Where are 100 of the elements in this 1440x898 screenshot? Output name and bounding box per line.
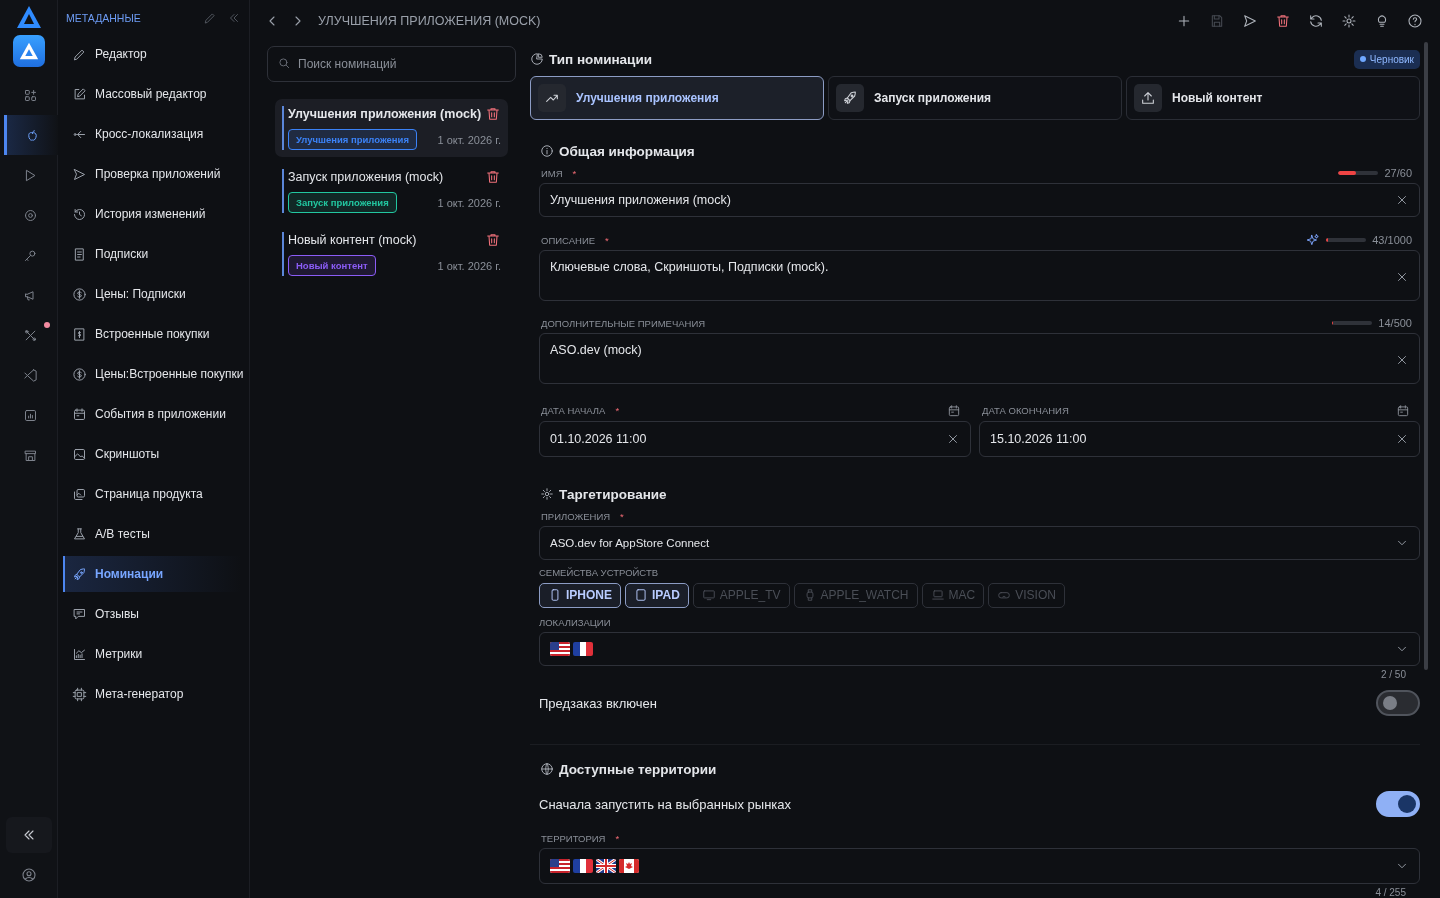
user-icon xyxy=(20,867,37,883)
collapse-icon xyxy=(227,11,241,25)
image-icon xyxy=(72,446,87,462)
sidebar-item[interactable]: Метрики xyxy=(63,636,241,672)
rocket-icon xyxy=(842,89,858,106)
nomination-card[interactable]: Новый контент (mock) Новый контент 1 окт. 2026 г. xyxy=(275,225,508,283)
rail-item[interactable] xyxy=(3,115,58,155)
required-mark: * xyxy=(615,832,620,844)
trash-icon xyxy=(485,169,501,185)
select-field[interactable]: ASO.dev for AppStore Connect xyxy=(539,526,1420,561)
nomination-date: 1 окт. 2026 г. xyxy=(437,196,501,209)
bag-icon xyxy=(72,326,87,342)
sidebar-item[interactable]: Кросс-локализация xyxy=(63,116,241,152)
delete-button[interactable] xyxy=(485,169,501,185)
field-label: ДАТА НАЧАЛА xyxy=(541,405,606,417)
info-icon xyxy=(540,144,554,159)
tv-icon xyxy=(701,588,716,602)
trash-icon xyxy=(485,232,501,248)
nomination-date: 1 окт. 2026 г. xyxy=(437,259,501,272)
tablet-icon xyxy=(634,588,648,602)
section-title: Доступные территории xyxy=(559,761,717,777)
chart-icon xyxy=(23,407,38,423)
sidebar-item[interactable]: Редактор xyxy=(63,36,241,72)
toggle-label: Сначала запустить на выбранных рынках xyxy=(539,796,792,812)
text-field[interactable]: 01.10.2026 11:00 xyxy=(539,420,971,457)
eye-icon xyxy=(23,207,38,223)
tools-icon xyxy=(23,327,38,343)
status-badge: Черновик xyxy=(1353,49,1420,69)
chart-icon xyxy=(530,52,544,67)
field-label: ПРИЛОЖЕНИЯ xyxy=(541,510,611,522)
calendar-icon xyxy=(1396,403,1410,418)
type-option[interactable]: Новый контент xyxy=(1126,75,1420,120)
nomination-title: Улучшения приложения (mock) xyxy=(288,107,482,121)
sidebar-item[interactable]: Встроенные покупки xyxy=(63,316,241,352)
sidebar-item[interactable]: События в приложении xyxy=(63,396,241,432)
globe-icon xyxy=(540,762,554,776)
send-icon xyxy=(72,166,87,182)
field-label: ДОПОЛНИТЕЛЬНЫЕ ПРИМЕЧАНИЯ xyxy=(541,318,706,329)
sidebar-item[interactable]: Цены:Встроенные покупки xyxy=(63,356,241,392)
flag-icon xyxy=(573,859,593,873)
select-field[interactable] xyxy=(539,848,1420,884)
type-option[interactable]: Улучшения приложения xyxy=(530,75,824,120)
toggle-switch[interactable] xyxy=(1376,791,1420,817)
sidebar-item[interactable]: Подписки xyxy=(63,236,241,272)
field-label: ОПИСАНИЕ xyxy=(541,234,596,246)
field-label: СЕМЕЙСТВА УСТРОЙСТВ xyxy=(539,567,659,579)
flag-icon xyxy=(550,641,570,656)
required-mark: * xyxy=(572,167,577,179)
sidebar-item[interactable]: Скриншоты xyxy=(63,436,241,472)
key-icon xyxy=(23,247,38,263)
calendar-icon xyxy=(947,403,961,418)
store-icon xyxy=(23,447,38,463)
sidebar-item[interactable]: A/B тесты xyxy=(63,516,241,552)
section-title: Тип номинации xyxy=(549,51,652,67)
logo-icon xyxy=(15,5,42,29)
scrollbar[interactable] xyxy=(1424,42,1428,670)
delete-button[interactable] xyxy=(485,232,501,248)
sidebar-title: МЕТАДАННЫЕ xyxy=(66,12,142,24)
text-field[interactable]: Улучшения приложения (mock) xyxy=(539,182,1420,217)
help-icon xyxy=(1406,13,1423,29)
device-chip[interactable]: IPAD xyxy=(625,582,689,608)
section-title: Таргетирование xyxy=(559,486,667,502)
device-chip[interactable]: IPHONE xyxy=(539,582,621,608)
cal-icon xyxy=(72,406,87,422)
toggle-switch[interactable] xyxy=(1376,690,1420,716)
required-mark: * xyxy=(620,510,624,522)
sidebar-item[interactable]: История изменений xyxy=(63,196,241,232)
sidebar-item[interactable]: Массовый редактор xyxy=(63,76,241,112)
sparkle-icon xyxy=(1306,233,1321,247)
sidebar-item[interactable]: Отзывы xyxy=(63,596,241,632)
text-field[interactable]: 15.10.2026 11:00 xyxy=(979,420,1420,457)
field-label: ТЕРРИТОРИЯ xyxy=(541,832,606,844)
history-icon xyxy=(72,206,87,222)
rocket-icon xyxy=(72,566,87,582)
app-icon[interactable] xyxy=(12,35,45,67)
play-icon xyxy=(23,167,38,183)
sidebar-item[interactable]: Проверка приложений xyxy=(63,156,241,192)
sidebar-item[interactable]: Цены: Подписки xyxy=(63,276,241,312)
collapse-button[interactable] xyxy=(5,817,52,853)
chip-icon xyxy=(72,686,87,702)
sidebar-item[interactable]: Страница продукта xyxy=(63,476,241,512)
type-option[interactable]: Запуск приложения xyxy=(828,75,1122,120)
laptop-icon xyxy=(930,588,945,602)
select-field[interactable] xyxy=(539,631,1420,666)
nomination-card[interactable]: Запуск приложения (mock) Запуск приложения 1 окт. 2026 г. xyxy=(275,162,508,220)
type-tag: Улучшения приложения xyxy=(288,129,417,150)
nomination-title: Запуск приложения (mock) xyxy=(288,170,444,184)
receipt-icon xyxy=(72,246,87,262)
search-field[interactable]: Поиск номинаций xyxy=(267,46,516,82)
nomination-card[interactable]: Улучшения приложения (mock) Улучшения приложения 1 окт. 2026 г. xyxy=(275,99,508,157)
toggle-label: Предзаказ включен xyxy=(539,695,657,711)
sidebar-item[interactable]: Мета-генератор xyxy=(63,676,241,712)
flag-icon xyxy=(550,859,570,873)
dollar-icon xyxy=(72,286,87,302)
delete-button[interactable] xyxy=(485,106,501,122)
text-field[interactable]: Ключевые слова, Скриншоты, Подписки (mock). xyxy=(539,250,1420,301)
text-field[interactable]: ASO.dev (mock) xyxy=(539,333,1420,384)
field-label: ИМЯ xyxy=(541,167,563,179)
type-tag: Запуск приложения xyxy=(288,192,397,213)
grid-icon xyxy=(23,87,38,103)
